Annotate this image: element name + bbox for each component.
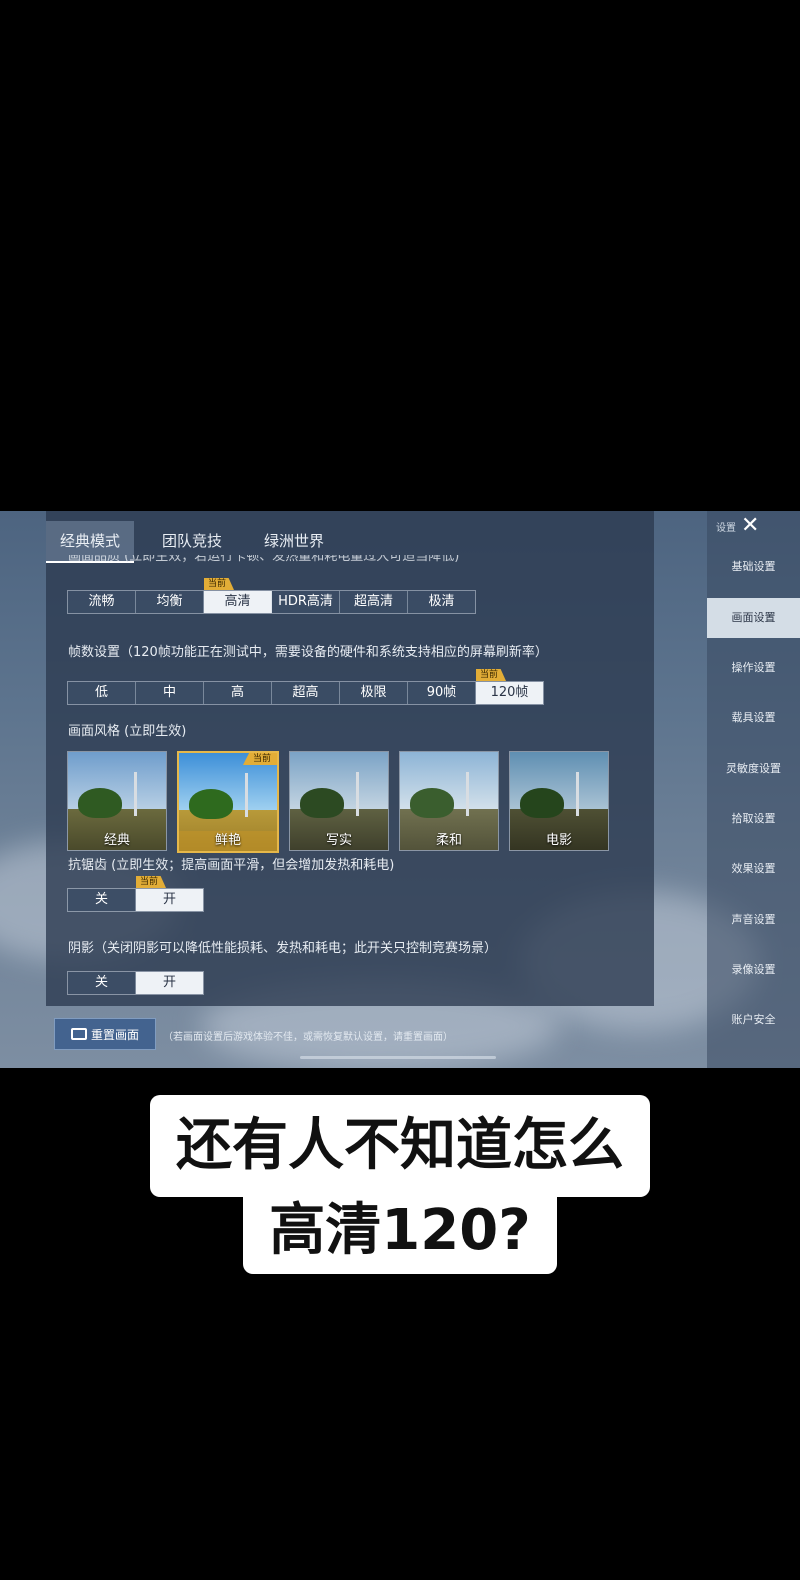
reset-note: （若画面设置后游戏体验不佳，或需恢复默认设置，请重置画面） — [163, 1032, 453, 1043]
caption-line-1: 还有人不知道怎么 — [150, 1095, 650, 1197]
quality-selector: 流畅 均衡 当前 高清 HDR高清 超高清 极清 — [67, 578, 476, 614]
game-settings-screen: 经典模式 团队竞技 绿洲世界 画面品质 (立即生效；若运行卡顿、发热量和耗电量过… — [0, 511, 800, 1068]
framerate-option[interactable]: 中 — [136, 682, 204, 704]
tower-icon — [356, 772, 359, 816]
sidebar-item-basic[interactable]: 基础设置 — [707, 547, 800, 587]
quality-option[interactable]: 极清 — [408, 591, 475, 613]
quality-option[interactable]: HDR高清 — [272, 591, 340, 613]
quality-option[interactable]: 超高清 — [340, 591, 408, 613]
reset-icon — [70, 1028, 87, 1040]
antialias-on-label: 开 — [162, 892, 176, 907]
settings-sidebar: 设置 ✕ 基础设置 画面设置 操作设置 载具设置 灵敏度设置 拾取设置 效果设置… — [707, 511, 800, 1068]
framerate-option-selected[interactable]: 当前 120帧 — [476, 669, 543, 704]
scrollbar[interactable] — [300, 1056, 496, 1059]
quality-option-selected[interactable]: 当前 高清 — [204, 578, 272, 613]
tower-icon — [466, 772, 469, 816]
antialias-on-selected[interactable]: 当前开 — [136, 876, 203, 911]
sidebar-item-account[interactable]: 账户安全 — [707, 1000, 800, 1040]
sidebar-item-effects[interactable]: 效果设置 — [707, 849, 800, 889]
framerate-option[interactable]: 低 — [68, 682, 136, 704]
style-label: 画面风格 (立即生效) — [68, 724, 187, 739]
style-thumb-vivid[interactable]: 当前 鲜艳 — [177, 751, 279, 853]
style-thumb-soft[interactable]: 柔和 — [399, 751, 499, 851]
tree-icon — [520, 788, 564, 818]
antialias-off[interactable]: 关 — [68, 889, 136, 911]
shadow-label: 阴影（关闭阴影可以降低性能损耗、发热和耗电；此开关只控制竞赛场景） — [68, 941, 498, 956]
sidebar-item-sensitivity[interactable]: 灵敏度设置 — [707, 749, 800, 789]
quality-option[interactable]: 均衡 — [136, 591, 204, 613]
style-thumb-cinema[interactable]: 电影 — [509, 751, 609, 851]
sidebar-header: 设置 — [716, 523, 736, 534]
close-icon[interactable]: ✕ — [741, 513, 759, 538]
sidebar-item-sound[interactable]: 声音设置 — [707, 900, 800, 940]
sidebar-item-pickup[interactable]: 拾取设置 — [707, 799, 800, 839]
sidebar-item-vehicle[interactable]: 载具设置 — [707, 698, 800, 738]
quality-option[interactable]: 流畅 — [68, 591, 136, 613]
tree-icon — [410, 788, 454, 818]
framerate-option[interactable]: 极限 — [340, 682, 408, 704]
framerate-selector: 低 中 高 超高 极限 90帧 当前 120帧 — [67, 669, 544, 705]
framerate-label: 帧数设置（120帧功能正在测试中，需要设备的硬件和系统支持相应的屏幕刷新率） — [68, 645, 548, 660]
tree-icon — [300, 788, 344, 818]
style-thumb-label: 柔和 — [435, 833, 462, 848]
tree-icon — [189, 789, 233, 819]
framerate-option[interactable]: 高 — [204, 682, 272, 704]
style-thumb-label: 写实 — [325, 833, 352, 848]
reset-graphics-button[interactable]: 重置画面 — [54, 1018, 156, 1050]
style-thumb-realistic[interactable]: 写实 — [289, 751, 389, 851]
framerate-option[interactable]: 90帧 — [408, 682, 476, 704]
shadow-toggle: 关 开 — [67, 971, 204, 995]
sidebar-item-controls[interactable]: 操作设置 — [707, 648, 800, 688]
shadow-off[interactable]: 关 — [68, 972, 136, 994]
framerate-option[interactable]: 超高 — [272, 682, 340, 704]
framerate-option-label: 120帧 — [490, 685, 529, 700]
tower-icon — [576, 772, 579, 816]
quality-option-label: 高清 — [224, 594, 251, 609]
sidebar-item-graphics[interactable]: 画面设置 — [707, 598, 800, 638]
quality-label: 画面品质 (立即生效；若运行卡顿、发热量和耗电量过大可适当降低) — [68, 555, 460, 564]
style-thumbnails: 经典 当前 鲜艳 写实 柔和 电影 — [67, 751, 609, 853]
reset-label: 重置画面 — [90, 1027, 139, 1042]
style-thumb-label: 鲜艳 — [179, 831, 277, 851]
style-thumb-label: 经典 — [103, 833, 130, 848]
antialias-toggle: 关 当前开 — [67, 876, 204, 912]
shadow-on-selected[interactable]: 开 — [136, 972, 203, 994]
tower-icon — [134, 772, 137, 816]
caption-line-1-wrap: 还有人不知道怎么 — [0, 1095, 800, 1197]
antialias-label: 抗锯齿 (立即生效；提高画面平滑，但会增加发热和耗电) — [68, 858, 395, 873]
style-thumb-label: 电影 — [545, 833, 572, 848]
style-thumb-classic[interactable]: 经典 — [67, 751, 167, 851]
caption-line-2-wrap: 高清120? — [0, 1188, 800, 1274]
tree-icon — [78, 788, 122, 818]
tower-icon — [245, 773, 248, 817]
sidebar-item-recording[interactable]: 录像设置 — [707, 950, 800, 990]
caption-line-2: 高清120? — [243, 1188, 557, 1274]
